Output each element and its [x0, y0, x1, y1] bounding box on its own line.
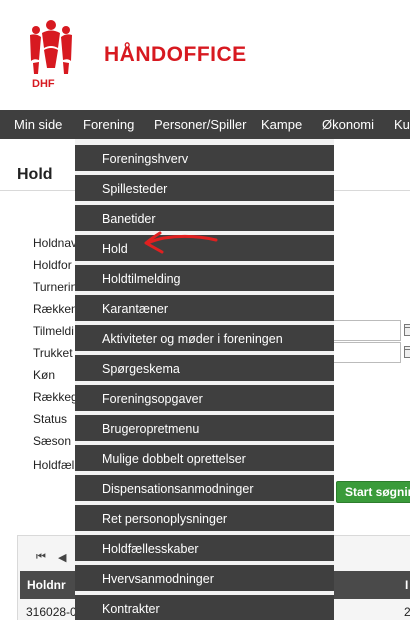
page-title: Hold	[17, 166, 53, 183]
menu-item-dobbelt-oprettelser[interactable]: Mulige dobbelt oprettelser	[75, 445, 334, 471]
menu-item-karantaener[interactable]: Karantæner	[75, 295, 334, 321]
label-saeson: Sæson	[33, 434, 72, 448]
menu-item-holdfaellesskaber[interactable]: Holdfællesskaber	[75, 535, 334, 561]
nav-personer-spiller[interactable]: Personer/Spiller	[154, 117, 247, 132]
label-holdform: Holdfor	[33, 258, 72, 272]
menu-item-spoergeskema[interactable]: Spørgeskema	[75, 355, 334, 381]
menu-item-dispensation[interactable]: Dispensationsanmodninger	[75, 475, 334, 501]
prev-page-icon[interactable]: ◀	[58, 551, 66, 564]
dhf-logo-icon[interactable]: DHF	[22, 18, 80, 90]
grid-cell-holdnr[interactable]: 316028-0	[26, 605, 77, 619]
label-tilmelding: Tilmeldi	[33, 324, 74, 338]
menu-item-holdtilmelding[interactable]: Holdtilmelding	[75, 265, 334, 291]
nav-min-side[interactable]: Min side	[14, 117, 62, 132]
label-holdfaellesskab: Holdfæl	[33, 458, 75, 472]
label-holdnavn: Holdnav	[33, 236, 78, 250]
label-trukket: Trukket	[33, 346, 73, 360]
main-nav: Min side Forening Personer/Spiller Kampe…	[0, 110, 410, 139]
nav-ku[interactable]: Ku	[394, 117, 410, 132]
menu-item-foreningshverv[interactable]: Foreningshverv	[75, 145, 334, 171]
menu-item-banetider[interactable]: Banetider	[75, 205, 334, 231]
label-status: Status	[33, 412, 68, 426]
app-window: DHF HÅNDOFFICE Min side Forening Persone…	[0, 0, 410, 620]
label-koen: Køn	[33, 368, 56, 382]
nav-forening[interactable]: Forening	[83, 117, 134, 132]
start-search-button[interactable]: Start søgnin	[336, 481, 410, 503]
menu-item-ret-personoplysninger[interactable]: Ret personoplysninger	[75, 505, 334, 531]
first-page-icon[interactable]: ⏮	[36, 551, 46, 564]
calendar-icon[interactable]	[404, 346, 410, 358]
site-header: DHF HÅNDOFFICE	[0, 0, 410, 110]
calendar-icon[interactable]	[404, 324, 410, 336]
grid-column-next[interactable]: I	[405, 578, 408, 592]
label-turnering: Turnerin	[33, 280, 78, 294]
grid-cell-next[interactable]: 2	[404, 605, 410, 619]
label-raekkegruppe: Rækkeg	[33, 390, 78, 404]
nav-kampe[interactable]: Kampe	[261, 117, 302, 132]
menu-item-hold[interactable]: Hold	[75, 235, 334, 261]
menu-item-foreningsopgaver[interactable]: Foreningsopgaver	[75, 385, 334, 411]
menu-item-hvervsanmodninger[interactable]: Hvervsanmodninger	[75, 565, 334, 591]
grid-column-holdnr[interactable]: Holdnr	[27, 578, 66, 592]
nav-oekonomi[interactable]: Økonomi	[322, 117, 374, 132]
menu-item-spillesteder[interactable]: Spillesteder	[75, 175, 334, 201]
label-raekke: Rækken	[33, 302, 78, 316]
menu-item-kontrakter[interactable]: Kontrakter	[75, 595, 334, 620]
logo-caption: DHF	[32, 78, 55, 90]
forening-dropdown-menu: Foreningshverv Spillesteder Banetider Ho…	[75, 139, 334, 620]
menu-item-aktiviteter[interactable]: Aktiviteter og møder i foreningen	[75, 325, 334, 351]
brand-title: HÅNDOFFICE	[104, 43, 247, 66]
menu-item-brugeropretmenu[interactable]: Brugeropretmenu	[75, 415, 334, 441]
